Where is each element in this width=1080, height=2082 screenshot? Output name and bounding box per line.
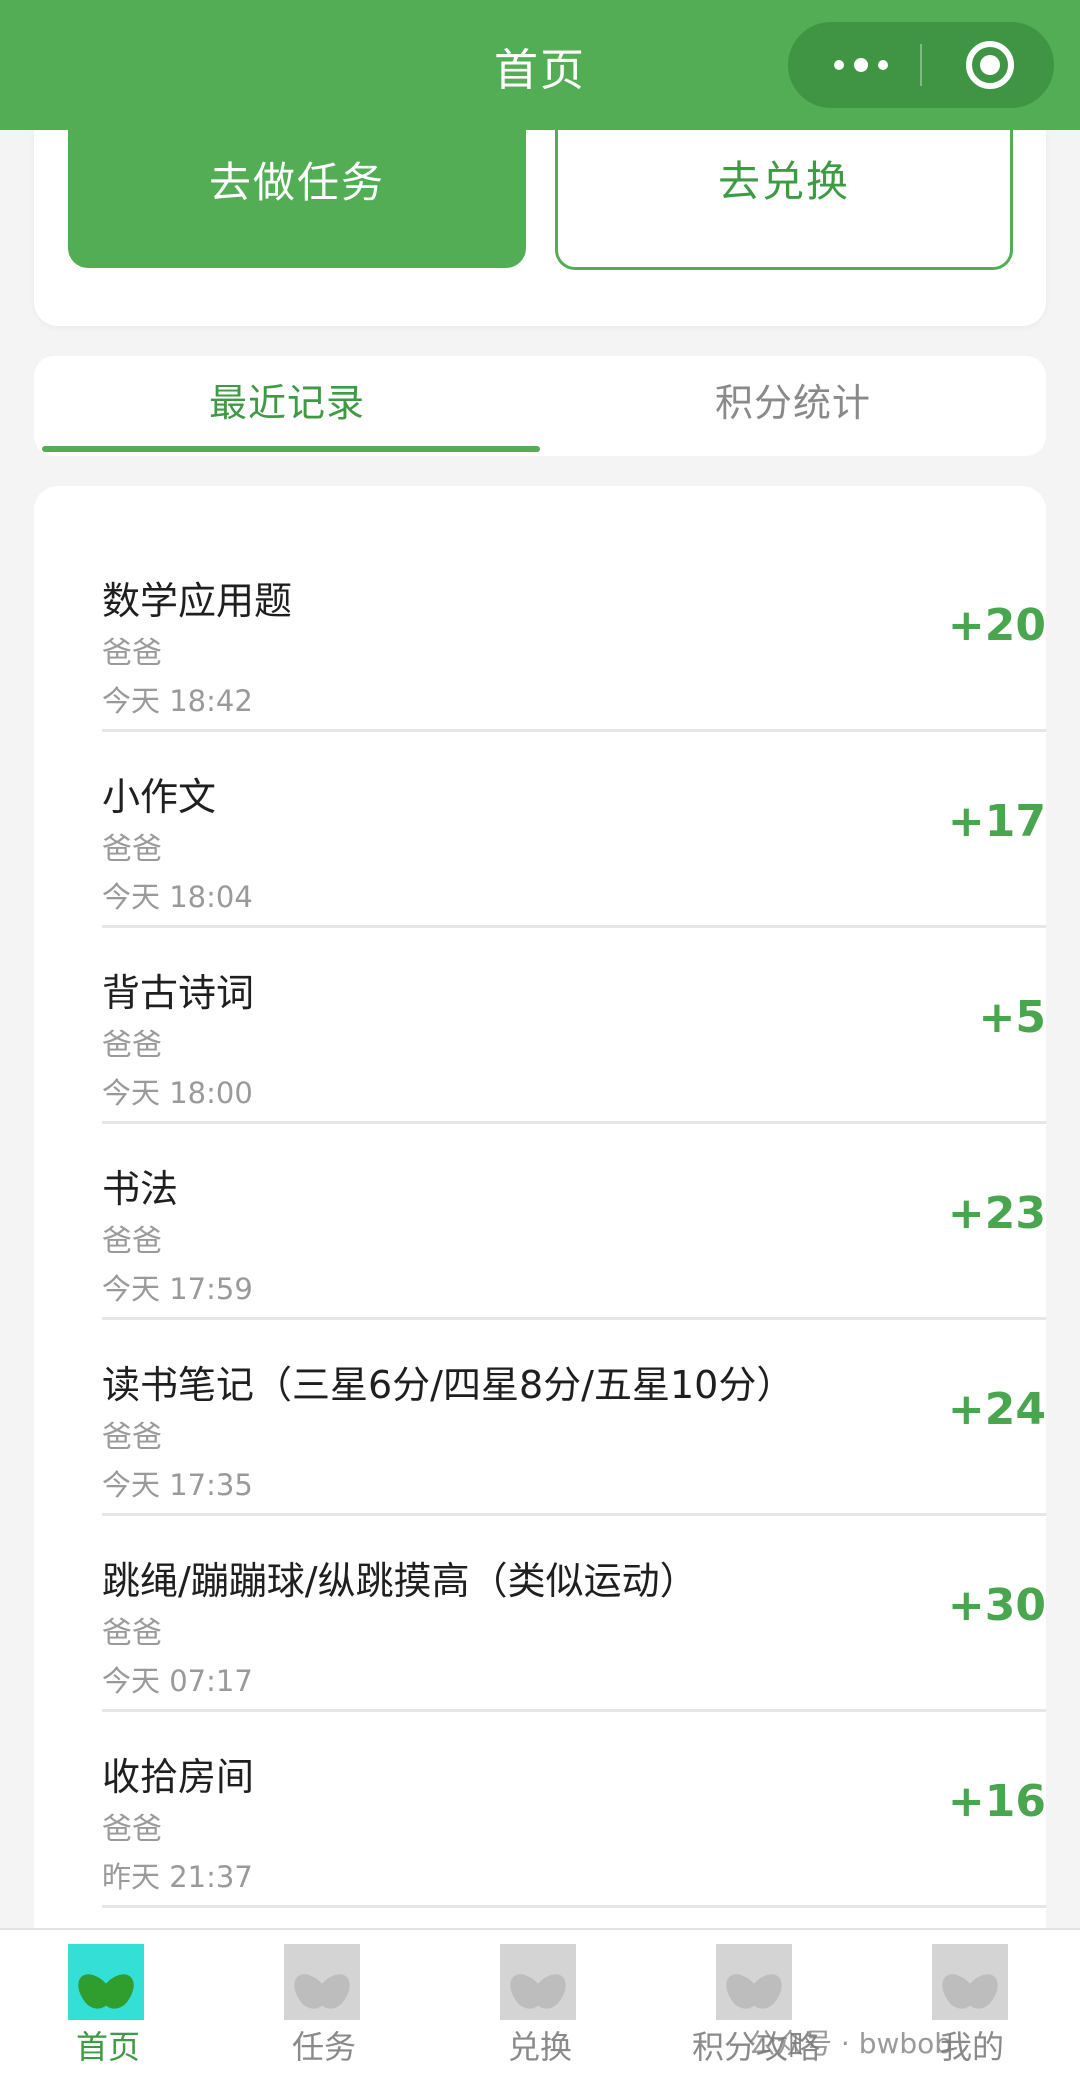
record-author: 爸爸: [102, 1028, 162, 1063]
tabbar-label: 任务: [291, 2028, 356, 2066]
records-list: 数学应用题 爸爸 今天 18:42 +20 小作文 爸爸 今天 18:04 +1…: [34, 486, 1046, 1986]
list-item[interactable]: 收拾房间 爸爸 昨天 21:37 +16: [102, 1712, 1046, 1908]
leaf-icon: [932, 1944, 1008, 2020]
list-item[interactable]: 读书笔记（三星6分/四星8分/五星10分） 爸爸 今天 17:35 +24: [102, 1320, 1046, 1516]
do-task-button[interactable]: 去做任务: [68, 108, 526, 268]
tabbar-label: 首页: [75, 2028, 140, 2066]
list-item[interactable]: 背古诗词 爸爸 今天 18:00 +5: [102, 928, 1046, 1124]
record-points: +16: [947, 1776, 1046, 1827]
list-item[interactable]: 跳绳/蹦蹦球/纵跳摸高（类似运动） 爸爸 今天 07:17 +30: [102, 1516, 1046, 1712]
leaf-icon: [284, 1944, 360, 2020]
record-author: 爸爸: [102, 1812, 162, 1847]
record-time: 今天 17:59: [102, 1272, 253, 1306]
record-tabs: 最近记录 积分统计: [34, 356, 1046, 456]
record-time: 今天 18:00: [102, 1076, 253, 1110]
record-author: 爸爸: [102, 1616, 162, 1651]
tab-recent-records[interactable]: 最近记录: [34, 356, 540, 456]
record-title: 跳绳/蹦蹦球/纵跳摸高（类似运动）: [102, 1559, 698, 1603]
record-time: 今天 07:17: [102, 1664, 253, 1698]
tabbar-item-redeem[interactable]: 兑换: [432, 1930, 648, 2082]
record-title: 读书笔记（三星6分/四星8分/五星10分）: [102, 1363, 795, 1407]
tabbar-item-tasks[interactable]: 任务: [216, 1930, 432, 2082]
record-time: 今天 18:04: [102, 880, 253, 914]
record-time: 今天 18:42: [102, 684, 253, 718]
watermark: 公众号 · bwbob: [748, 2027, 953, 2060]
navbar: 首页: [0, 0, 1080, 130]
close-target-icon[interactable]: [966, 41, 1014, 89]
more-dots-icon[interactable]: [826, 22, 898, 108]
tabbar-label: 兑换: [507, 2028, 572, 2066]
record-title: 数学应用题: [102, 579, 293, 623]
record-title: 小作文: [102, 775, 217, 819]
record-points: +24: [947, 1384, 1046, 1435]
mini-program-capsule: [788, 22, 1054, 108]
active-tab-indicator: [42, 446, 540, 452]
redeem-button[interactable]: 去兑换: [555, 108, 1013, 270]
list-item[interactable]: 数学应用题 爸爸 今天 18:42 +20: [102, 536, 1046, 732]
record-title: 书法: [102, 1167, 179, 1211]
leaf-icon: [68, 1944, 144, 2020]
list-item[interactable]: 小作文 爸爸 今天 18:04 +17: [102, 732, 1046, 928]
leaf-icon: [500, 1944, 576, 2020]
tabbar-item-home[interactable]: 首页: [0, 1930, 216, 2082]
record-author: 爸爸: [102, 1224, 162, 1259]
record-author: 爸爸: [102, 1420, 162, 1455]
record-title: 收拾房间: [102, 1755, 255, 1799]
record-points: +20: [947, 600, 1046, 651]
leaf-icon: [716, 1944, 792, 2020]
record-points: +5: [978, 992, 1046, 1043]
list-item[interactable]: 书法 爸爸 今天 17:59 +23: [102, 1124, 1046, 1320]
record-points: +17: [947, 796, 1046, 847]
record-points: +30: [947, 1580, 1046, 1631]
record-title: 背古诗词: [102, 971, 255, 1015]
record-time: 今天 17:35: [102, 1468, 253, 1502]
record-author: 爸爸: [102, 832, 162, 867]
record-points: +23: [947, 1188, 1046, 1239]
tab-points-stats[interactable]: 积分统计: [540, 356, 1046, 456]
record-author: 爸爸: [102, 636, 162, 671]
capsule-divider: [920, 44, 922, 86]
record-time: 昨天 21:37: [102, 1860, 253, 1894]
